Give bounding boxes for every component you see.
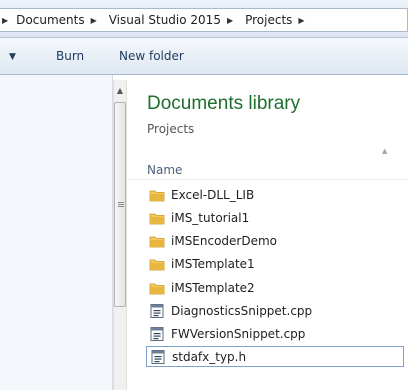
folder-item[interactable]: iMSEncoderDemo [149,232,407,250]
folder-item[interactable]: iMSTemplate1 [149,255,407,273]
file-item[interactable]: FWVersionSnippet.cpp [149,325,407,343]
new-folder-button[interactable]: New folder [119,49,184,63]
breadcrumb-item-visual-studio[interactable]: Visual Studio 2015 ▶ [103,13,239,27]
item-name: iMSTemplate1 [171,257,255,271]
navigation-pane[interactable] [0,75,112,390]
scrollbar-thumb[interactable] [114,102,126,307]
file-item[interactable]: stdafx_typ.h [146,346,404,367]
folder-item[interactable]: Excel-DLL_LIB [149,186,407,204]
navigation-scrollbar[interactable]: ▲ [113,80,127,390]
breadcrumb-label: Projects [245,13,293,27]
breadcrumb-chevron-icon[interactable]: ▶ [295,16,307,25]
breadcrumb-chevron-icon[interactable]: ▶ [224,16,236,25]
item-name: FWVersionSnippet.cpp [171,327,306,341]
scrollbar-grip [118,202,124,203]
column-divider [128,179,408,180]
scroll-up-arrow-icon[interactable]: ▲ [114,86,126,96]
item-name: Excel-DLL_LIB [171,188,255,202]
cpp-file-icon [149,303,165,319]
folder-item[interactable]: iMS_tutorial1 [149,209,407,227]
library-title: Documents library [147,93,301,114]
breadcrumb-chevron-icon[interactable]: ▶ [0,16,10,25]
address-bar: ▶ Documents ▶ Visual Studio 2015 ▶ Proje… [0,0,408,38]
dropdown-arrow-icon[interactable]: ▼ [9,52,16,62]
item-name: iMS_tutorial1 [171,211,250,225]
breadcrumb-item-documents[interactable]: Documents ▶ [10,13,103,27]
breadcrumb-label: Visual Studio 2015 [108,13,221,27]
breadcrumb-item-projects[interactable]: Projects ▶ [239,13,310,27]
column-header-name[interactable]: Name [147,163,182,177]
folder-icon [149,256,165,272]
folder-item[interactable]: iMSTemplate2 [149,279,407,297]
folder-icon [149,187,165,203]
breadcrumb[interactable]: ▶ Documents ▶ Visual Studio 2015 ▶ Proje… [0,8,408,32]
cpp-file-icon [149,326,165,342]
file-item[interactable]: DiagnosticsSnippet.cpp [149,302,407,320]
command-toolbar: ▼ Burn New folder [0,38,408,75]
folder-icon [149,233,165,249]
item-name: stdafx_typ.h [172,349,247,364]
item-name: iMSTemplate2 [171,281,255,295]
breadcrumb-label: Documents [16,13,85,27]
folder-icon [149,210,165,226]
breadcrumb-chevron-icon[interactable]: ▶ [88,16,100,25]
file-list-pane: Documents library Projects ▲ Name Excel-… [128,75,408,390]
item-name: iMSEncoderDemo [171,234,278,248]
sort-caret-icon: ▲ [382,147,388,155]
library-subtitle: Projects [147,122,195,136]
folder-icon [149,280,165,296]
burn-button[interactable]: Burn [56,49,84,63]
header-file-icon [150,349,166,365]
item-name: DiagnosticsSnippet.cpp [171,304,313,318]
